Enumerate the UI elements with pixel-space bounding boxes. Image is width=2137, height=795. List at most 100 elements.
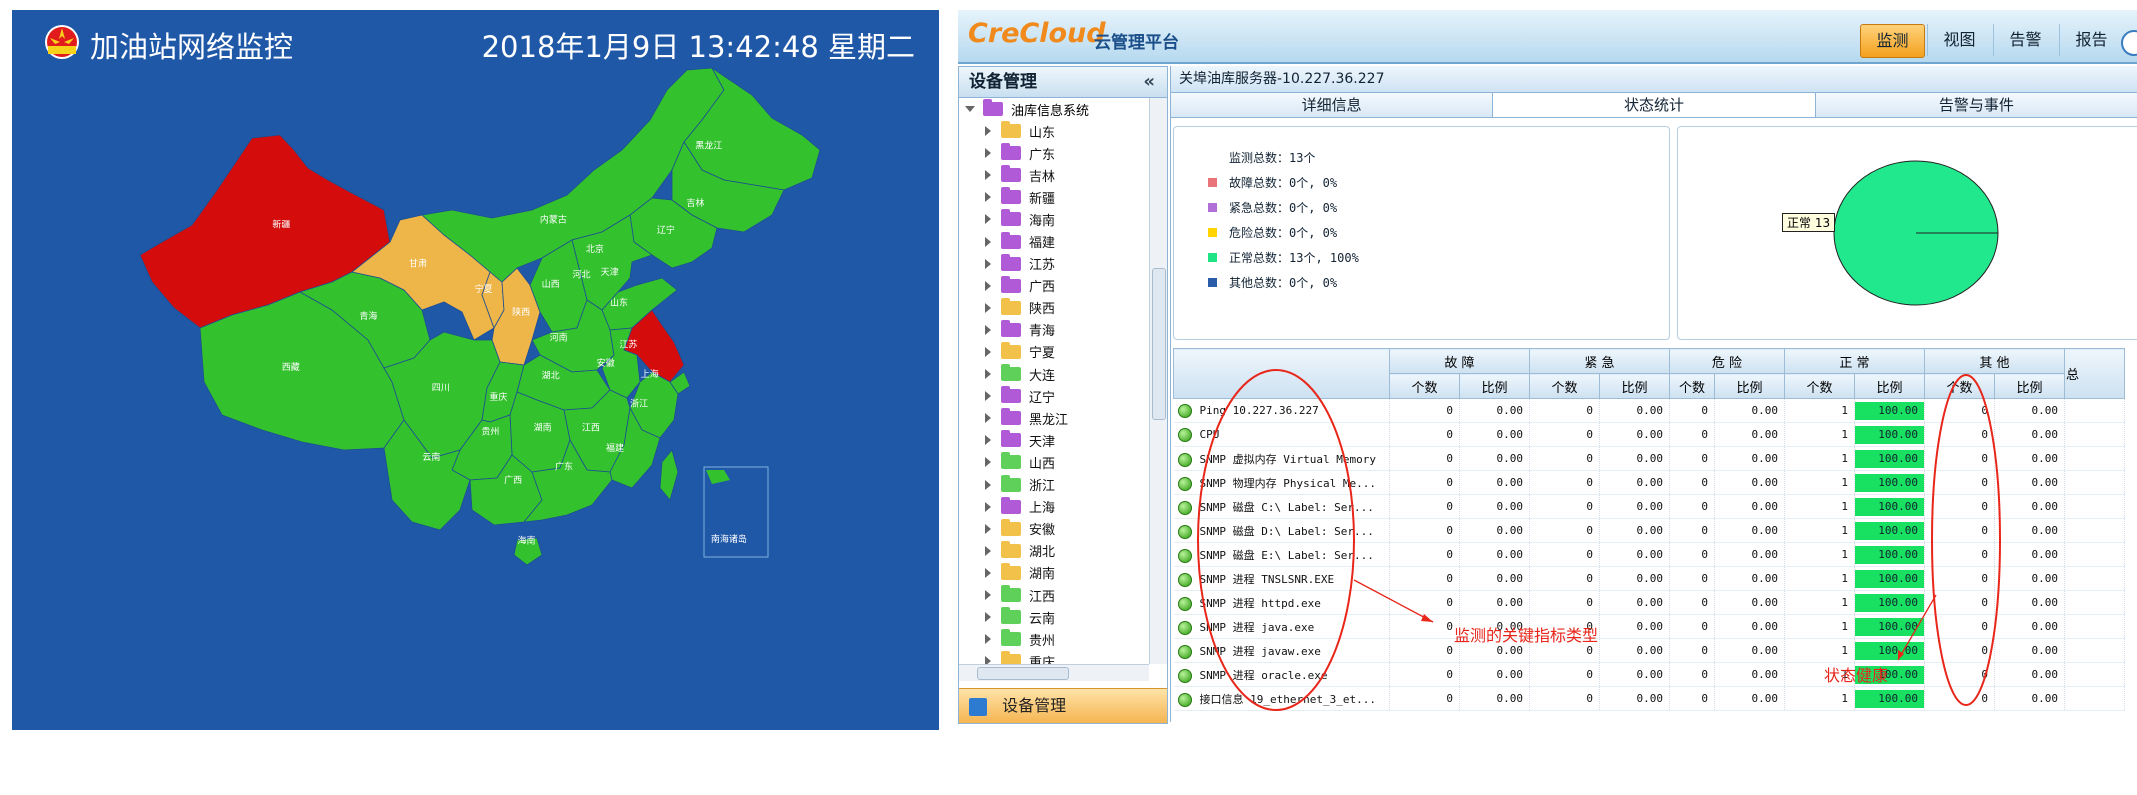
tree-item[interactable]: 天津 [959, 429, 1147, 451]
expand-triangle-icon[interactable] [985, 324, 991, 335]
nav-view[interactable]: 视图 [1927, 24, 1991, 56]
th-fault: 故 障 [1389, 348, 1530, 374]
table-cell-total [2064, 662, 2125, 687]
table-row[interactable]: Ping 10.227.36.227 0 0.00 0 0.00 0 0.00 1 100.00… [1173, 398, 2125, 423]
tree-item[interactable]: 大连 [959, 363, 1147, 385]
tree-item[interactable]: 宁夏 [959, 341, 1147, 363]
tree-item[interactable]: 广东 [959, 142, 1147, 164]
expand-triangle-icon[interactable] [985, 545, 991, 556]
tree-item[interactable]: 山东 [959, 120, 1147, 142]
table-cell: 1 [1784, 686, 1855, 711]
tree-item-label: 黑龙江 [1029, 412, 1069, 428]
table-row[interactable]: SNMP 进程 javaw.exe 0 0.00 0 0.00 0 0.00 1 100.00 0… [1173, 638, 2125, 663]
tree-item[interactable]: 福建 [959, 230, 1147, 252]
table-cell-total [2064, 422, 2125, 447]
expand-triangle-icon[interactable] [985, 369, 991, 380]
expand-triangle-icon[interactable] [985, 346, 991, 357]
table-row[interactable]: SNMP 物理内存 Physical Me... 0 0.00 0 0.00 0 0.00 1… [1173, 470, 2125, 495]
table-cell: 0 [1389, 590, 1460, 615]
expand-triangle-icon[interactable] [985, 612, 991, 623]
nav-report[interactable]: 报告 [2059, 24, 2123, 56]
table-cell: 0 [1529, 566, 1600, 591]
tree-item[interactable]: 辽宁 [959, 385, 1147, 407]
status-ok-icon [1177, 500, 1192, 515]
tree-item[interactable]: 广西 [959, 275, 1147, 297]
tree-item[interactable]: 青海 [959, 319, 1147, 341]
tree-item[interactable]: 浙江 [959, 474, 1147, 496]
status-table-wrap: 故 障 紧 急 危 险 正 常 其 他 总 个数 比例 个数 比例 个数 比例 个数 比例 个数… [1173, 348, 2137, 711]
expand-triangle-icon[interactable] [985, 236, 991, 247]
tree-item[interactable]: 新疆 [959, 186, 1147, 208]
tree-item[interactable]: 贵州 [959, 628, 1147, 650]
expand-triangle-icon[interactable] [985, 258, 991, 269]
expand-triangle-icon[interactable] [985, 634, 991, 645]
table-row[interactable]: SNMP 进程 oracle.exe 0 0.00 0 0.00 0 0.00 1 100.00… [1173, 662, 2125, 687]
province-label: 内蒙古 [540, 213, 567, 225]
metric-label: 接口信息 19_ethernet_3_et... [1199, 692, 1376, 706]
table-cell: 0.00 [1714, 590, 1785, 615]
folder-icon [1001, 518, 1021, 536]
expand-triangle-icon[interactable] [985, 302, 991, 313]
expand-triangle-icon[interactable] [985, 656, 991, 664]
table-row[interactable]: SNMP 磁盘 D:\ Label: Ser... 0 0.00 0 0.00 0 0.00… [1173, 518, 2125, 543]
table-row[interactable]: SNMP 进程 TNSLSNR.EXE 0 0.00 0 0.00 0 0.00 1 100.0… [1173, 566, 2125, 591]
double-chevron-left-icon[interactable]: « [1143, 67, 1155, 97]
expand-triangle-icon[interactable] [965, 106, 975, 112]
tree-item[interactable]: 江苏 [959, 253, 1147, 275]
expand-triangle-icon[interactable] [985, 214, 991, 225]
tree-item[interactable]: 江西 [959, 584, 1147, 606]
tree-item[interactable]: 云南 [959, 606, 1147, 628]
tree-item[interactable]: 黑龙江 [959, 407, 1147, 429]
expand-triangle-icon[interactable] [985, 192, 991, 203]
tree-item[interactable]: 安徽 [959, 518, 1147, 540]
table-cell: 0.00 [1599, 614, 1670, 639]
tree-item[interactable]: 湖南 [959, 562, 1147, 584]
expand-triangle-icon[interactable] [985, 148, 991, 159]
expand-triangle-icon[interactable] [985, 457, 991, 468]
table-row[interactable]: CPU 0 0.00 0 0.00 0 0.00 1 100.00 0 0.00 [1173, 422, 2125, 447]
table-cell: 0 [1529, 590, 1600, 615]
tree-vertical-scrollbar[interactable] [1149, 98, 1167, 664]
expand-triangle-icon[interactable] [985, 479, 991, 490]
expand-triangle-icon[interactable] [985, 567, 991, 578]
table-row[interactable]: 接口信息 19_ethernet_3_et... 0 0.00 0 0.00 0 0.00 1… [1173, 686, 2125, 711]
table-cell: 0.00 [1994, 542, 2065, 567]
expand-triangle-icon[interactable] [985, 170, 991, 181]
th-sub: 个数 [1389, 373, 1460, 399]
nav-alarm[interactable]: 告警 [1993, 24, 2057, 56]
expand-triangle-icon[interactable] [985, 126, 991, 137]
metric-name: SNMP 进程 java.exe [1173, 614, 1390, 639]
expand-triangle-icon[interactable] [985, 280, 991, 291]
tree-root[interactable]: 油库信息系统 [959, 98, 1147, 120]
tab-alarms-events[interactable]: 告警与事件 [1815, 93, 2137, 117]
expand-triangle-icon[interactable] [985, 413, 991, 424]
table-row[interactable]: SNMP 进程 java.exe 0 0.00 0 0.00 0 0.00 1 100.00 0 0… [1173, 614, 2125, 639]
province-label: 贵州 [481, 426, 499, 438]
tree-item[interactable]: 海南 [959, 208, 1147, 230]
tree-item[interactable]: 山西 [959, 451, 1147, 473]
tab-statistics[interactable]: 状态统计 [1493, 93, 1816, 117]
tree-horizontal-scrollbar[interactable] [959, 664, 1149, 681]
expand-triangle-icon[interactable] [985, 523, 991, 534]
scroll-thumb[interactable] [1152, 268, 1166, 420]
tree-item[interactable]: 陕西 [959, 297, 1147, 319]
expand-triangle-icon[interactable] [985, 501, 991, 512]
normal-ratio-cell: 100.00 [1854, 638, 1925, 663]
table-cell: 0.00 [1459, 542, 1530, 567]
expand-triangle-icon[interactable] [985, 435, 991, 446]
table-row[interactable]: SNMP 磁盘 C:\ Label: Ser... 0 0.00 0 0.00 0 0.00… [1173, 494, 2125, 519]
nav-monitor[interactable]: 监测 [1860, 24, 1925, 58]
device-management-tab[interactable]: 设备管理 [959, 688, 1167, 723]
table-row[interactable]: SNMP 虚拟内存 Virtual Memory 0 0.00 0 0.00 0 0.00 1… [1173, 446, 2125, 471]
expand-triangle-icon[interactable] [985, 590, 991, 601]
tree-item[interactable]: 重庆 [959, 650, 1147, 664]
tree-item[interactable]: 湖北 [959, 540, 1147, 562]
tree-item[interactable]: 上海 [959, 496, 1147, 518]
expand-triangle-icon[interactable] [985, 391, 991, 402]
tab-details[interactable]: 详细信息 [1171, 93, 1494, 117]
table-row[interactable]: SNMP 磁盘 E:\ Label: Ser... 0 0.00 0 0.00 0 0.00… [1173, 542, 2125, 567]
table-row[interactable]: SNMP 进程 httpd.exe 0 0.00 0 0.00 0 0.00 1 100.00 0… [1173, 590, 2125, 615]
tree-item-label: 安徽 [1029, 523, 1056, 539]
scroll-thumb[interactable] [977, 667, 1069, 680]
tree-item[interactable]: 吉林 [959, 164, 1147, 186]
